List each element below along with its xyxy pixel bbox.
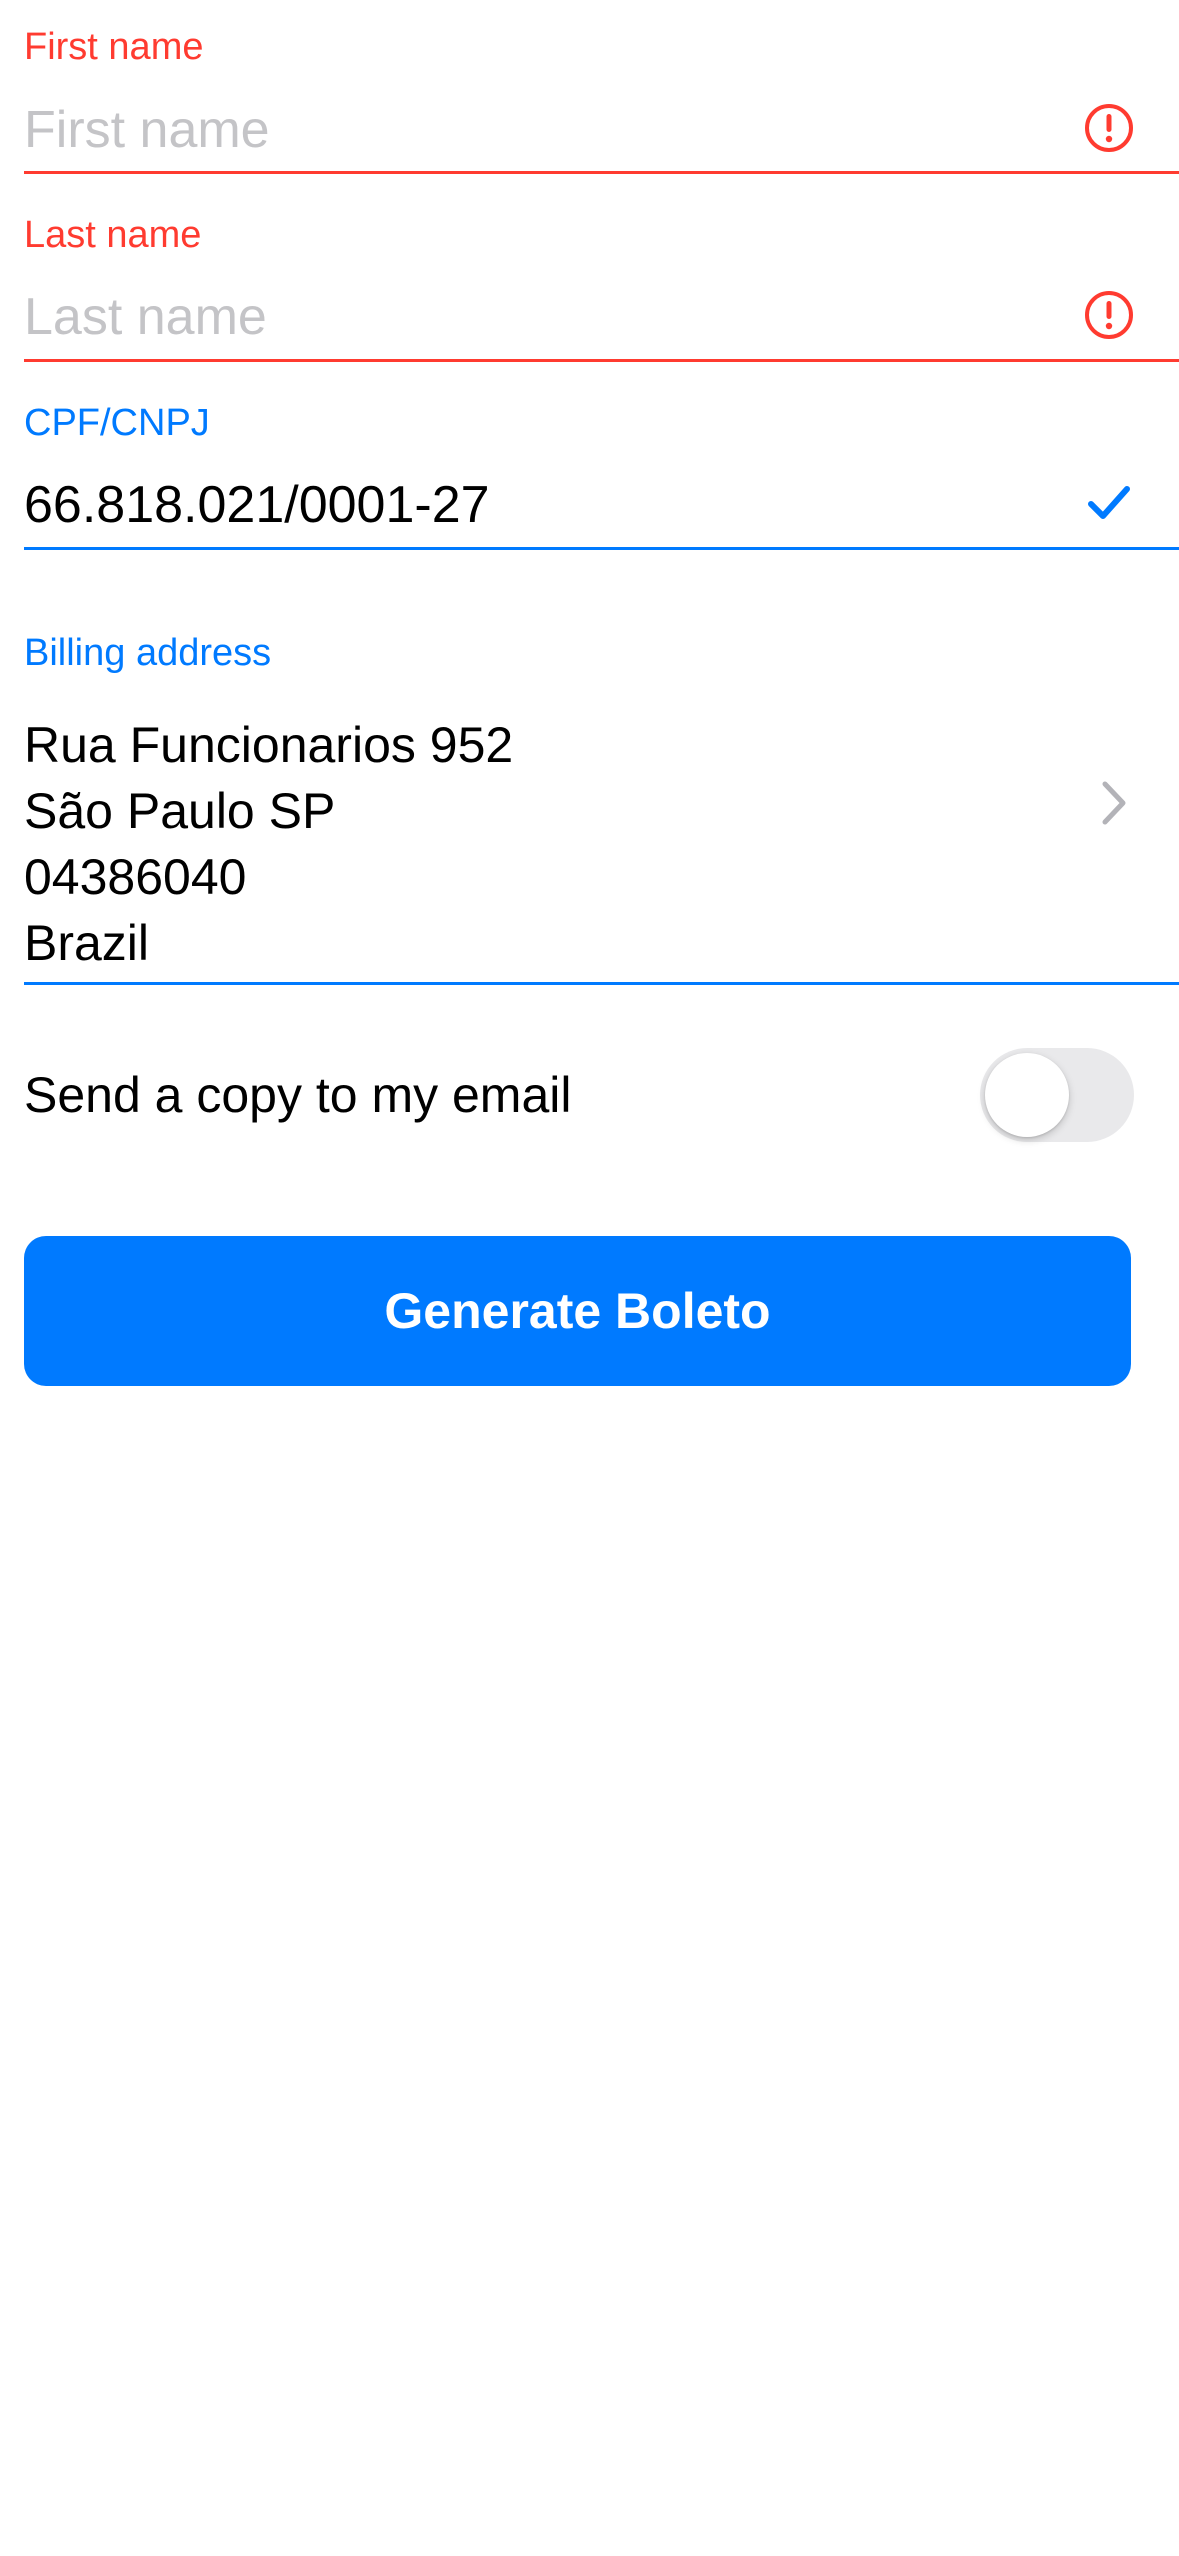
address-line-city: São Paulo SP	[24, 783, 336, 839]
chevron-right-icon	[1102, 781, 1126, 825]
send-copy-row: Send a copy to my email	[24, 1040, 1134, 1150]
first-name-field: First name	[24, 0, 1179, 178]
billing-address-underline	[24, 982, 1179, 985]
toggle-knob	[985, 1053, 1069, 1137]
address-line-country: Brazil	[24, 915, 150, 971]
first-name-input[interactable]	[24, 95, 1044, 165]
checkmark-icon	[1088, 486, 1130, 519]
generate-boleto-button[interactable]: Generate Boleto	[24, 1236, 1131, 1386]
first-name-label: First name	[24, 26, 204, 68]
last-name-field: Last name	[24, 188, 1179, 366]
billing-address-value: Rua Funcionarios 952 São Paulo SP 043860…	[24, 712, 513, 976]
last-name-input[interactable]	[24, 282, 1044, 352]
last-name-label: Last name	[24, 214, 202, 256]
send-copy-label: Send a copy to my email	[24, 1067, 572, 1123]
first-name-underline	[24, 171, 1179, 174]
cpf-cnpj-input[interactable]	[24, 470, 1044, 540]
cpf-cnpj-underline	[24, 547, 1179, 550]
address-line-street: Rua Funcionarios 952	[24, 717, 514, 773]
last-name-underline	[24, 359, 1179, 362]
cpf-cnpj-field: CPF/CNPJ	[24, 376, 1179, 554]
send-copy-toggle[interactable]	[980, 1048, 1134, 1142]
cpf-cnpj-label: CPF/CNPJ	[24, 402, 210, 444]
address-line-postal-code: 04386040	[24, 849, 247, 905]
exclamation-circle-icon	[1085, 291, 1133, 339]
billing-address-row[interactable]: Billing address Rua Funcionarios 952 São…	[24, 630, 1179, 990]
exclamation-circle-icon	[1085, 104, 1133, 152]
billing-address-label: Billing address	[24, 632, 272, 674]
